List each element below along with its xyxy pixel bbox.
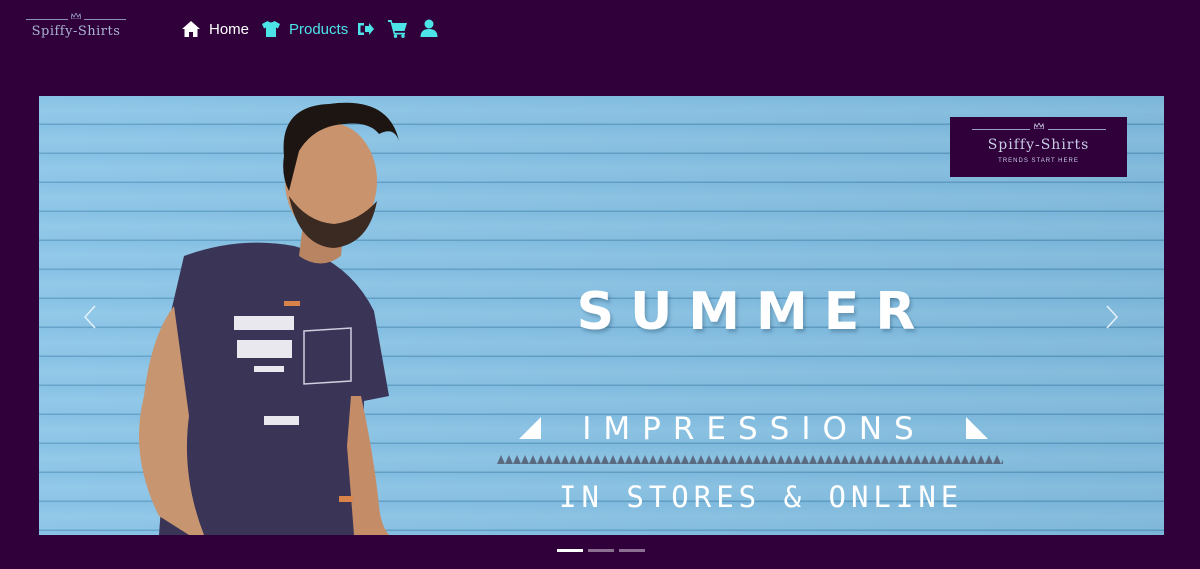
nav-products-link[interactable]: Products: [261, 19, 348, 39]
carousel-indicators: [557, 549, 650, 553]
carousel-next-arrow[interactable]: [1105, 304, 1119, 330]
triangle-right-ornament: [966, 417, 988, 439]
brand-name: Spiffy-Shirts: [31, 24, 121, 39]
brand-logo[interactable]: Spiffy-Shirts: [22, 12, 130, 46]
promo-brand-logo: Spiffy-Shirts TRENDS START HERE: [950, 117, 1127, 177]
logout-icon: [358, 23, 374, 35]
crown-icon: [71, 13, 81, 19]
promo-rule-left: [972, 129, 1030, 130]
carousel-indicator-3[interactable]: [619, 549, 645, 552]
model-photo: [139, 102, 399, 535]
home-icon: [182, 21, 200, 37]
promo-brand-name: Spiffy-Shirts: [987, 137, 1090, 153]
slide-subheadline-group: IMPRESSIONS: [519, 411, 989, 447]
carousel-indicator-2[interactable]: [588, 549, 614, 552]
page: Spiffy-Shirts Home Products Spiffy-Shirt…: [0, 0, 1200, 569]
crown-icon: [1034, 123, 1044, 129]
sawtooth-divider: [497, 455, 1003, 464]
cart-icon: [388, 20, 407, 38]
nav-home-label: Home: [209, 20, 250, 38]
slide-headline: SUMMER: [576, 282, 932, 342]
user-icon: [420, 19, 438, 37]
carousel-indicator-1[interactable]: [557, 549, 583, 552]
slide-tagline: IN STORES & ONLINE: [559, 480, 964, 514]
hero-carousel: Spiffy-Shirts TRENDS START HERE SUMMER I…: [39, 96, 1164, 535]
nav-products-label: Products: [289, 20, 349, 38]
user-account-button[interactable]: [420, 19, 440, 39]
cart-button[interactable]: [388, 19, 408, 39]
brand-rule-right: [84, 19, 126, 20]
logout-button[interactable]: [357, 19, 377, 39]
navbar: Spiffy-Shirts Home Products: [0, 0, 1200, 60]
triangle-left-ornament: [519, 417, 541, 439]
promo-rule-right: [1048, 129, 1106, 130]
carousel-prev-arrow[interactable]: [83, 304, 97, 330]
shirt-icon: [262, 21, 280, 37]
slide-subheadline: IMPRESSIONS: [582, 411, 926, 447]
promo-brand-tagline: TRENDS START HERE: [998, 158, 1079, 164]
brand-rule-left: [26, 19, 68, 20]
nav-home-link[interactable]: Home: [181, 19, 249, 39]
